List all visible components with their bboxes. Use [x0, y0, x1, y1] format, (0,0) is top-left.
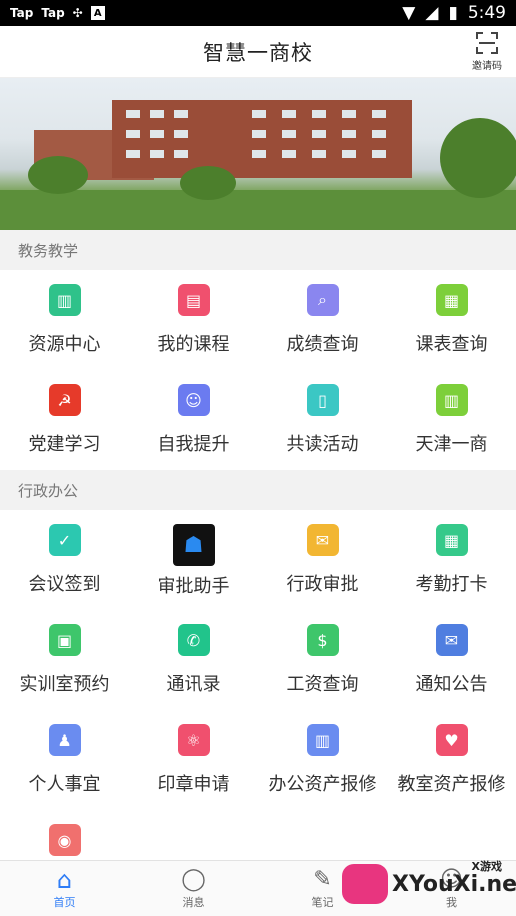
party-icon: ☭ [48, 384, 81, 416]
tile-label: 会议签到 [28, 574, 101, 595]
tile-classroom-repair[interactable]: ♥ 教室资产报修 [387, 710, 516, 810]
tile-resource-center[interactable]: ▥ 资源中心 [0, 270, 129, 370]
invite-code-label: 邀请码 [472, 61, 502, 72]
tile-label: 党建学习 [28, 434, 101, 455]
books-icon: ▥ [48, 284, 81, 316]
note-icon: ✎ [313, 866, 332, 892]
tile-my-courses[interactable]: ▤ 我的课程 [129, 270, 258, 370]
edu-grid: ▥ 资源中心 ▤ 我的课程 ⌕ 成绩查询 ▦ 课表查询 ☭ 党建学习 ☺ 自我提… [0, 270, 516, 470]
tile-label: 审批助手 [157, 576, 230, 597]
tree [440, 118, 516, 198]
repair-icon: ◉ [48, 824, 81, 856]
gamepad-logo-icon [342, 864, 388, 904]
app-a-icon: A [90, 6, 105, 20]
search-doc-icon: ⌕ [306, 284, 339, 316]
bottom-tab-bar: ⌂ 首页 ◯ 消息 ✎ 笔记 ☺ 我 X游戏 XYouXi.net [0, 860, 516, 916]
phonebook-icon: ✆ [177, 624, 210, 656]
tile-contacts[interactable]: ✆ 通讯录 [129, 610, 258, 710]
tile-label: 实训室预约 [19, 674, 110, 695]
book-icon: ▯ [306, 384, 339, 416]
tile-label: 课表查询 [415, 334, 488, 355]
tile-meeting-checkin[interactable]: ✓ 会议签到 [0, 510, 129, 610]
tile-label: 教室资产报修 [397, 774, 506, 795]
status-time: 5:49 [467, 3, 506, 23]
status-app-tap-1: Tap [10, 6, 34, 20]
tile-schedule[interactable]: ▦ 课表查询 [387, 270, 516, 370]
campus-banner[interactable] [0, 78, 516, 230]
tile-label: 共读活动 [286, 434, 359, 455]
battery-icon: ▮ [448, 3, 458, 23]
tile-label: 个人事宜 [28, 774, 101, 795]
users-icon: ☺ [177, 384, 210, 416]
tile-self-improve[interactable]: ☺ 自我提升 [129, 370, 258, 470]
envelope-icon: ✉ [306, 524, 339, 556]
section-edu-title: 教务教学 [0, 230, 516, 270]
signal-icon: ◢ [425, 3, 439, 23]
seal-icon: ⚛ [177, 724, 210, 756]
tile-label: 行政审批 [286, 574, 359, 595]
attendance-icon: ▦ [435, 524, 468, 556]
site-watermark: X游戏 XYouXi.net [342, 858, 516, 910]
tile-label: 办公资产报修 [268, 774, 377, 795]
tile-label: 成绩查询 [286, 334, 359, 355]
tile-approval-assistant[interactable]: ☗ 审批助手 [129, 510, 258, 610]
salary-icon: $ [306, 624, 339, 656]
tile-personal[interactable]: ♟ 个人事宜 [0, 710, 129, 810]
tile-label: 资源中心 [28, 334, 101, 355]
home-icon: ⌂ [56, 865, 73, 894]
message-icon: ◯ [181, 866, 206, 892]
tile-salary[interactable]: $ 工资查询 [258, 610, 387, 710]
tile-label: 通知公告 [415, 674, 488, 695]
tile-label: 通讯录 [166, 674, 221, 695]
person-icon: ♟ [48, 724, 81, 756]
tab-messages[interactable]: ◯ 消息 [129, 861, 258, 916]
tree [28, 156, 88, 194]
app-header: 智慧一商校 邀请码 [0, 26, 516, 78]
tile-office-repair[interactable]: ▥ 办公资产报修 [258, 710, 387, 810]
tile-notice[interactable]: ✉ 通知公告 [387, 610, 516, 710]
classroom-repair-icon: ♥ [435, 724, 468, 756]
scan-icon [476, 32, 498, 54]
tab-label: 笔记 [311, 895, 334, 909]
tab-home[interactable]: ⌂ 首页 [0, 861, 129, 916]
approval-assistant-icon: ☗ [172, 524, 215, 566]
tile-seal[interactable]: ⚛ 印章申请 [129, 710, 258, 810]
calendar-icon: ▤ [177, 284, 210, 316]
tile-label: 考勤打卡 [415, 574, 488, 595]
tile-label: 我的课程 [157, 334, 230, 355]
building-icon: ▥ [435, 384, 468, 416]
tree [180, 166, 236, 200]
tile-label: 天津一商 [415, 434, 488, 455]
notice-icon: ✉ [435, 624, 468, 656]
checkin-icon: ✓ [48, 524, 81, 556]
wifi-icon: ▼ [402, 3, 416, 23]
tile-tianjin[interactable]: ▥ 天津一商 [387, 370, 516, 470]
tab-label: 消息 [182, 895, 205, 909]
page-title: 智慧一商校 [203, 40, 313, 65]
tab-label: 首页 [53, 895, 76, 909]
tile-reading[interactable]: ▯ 共读活动 [258, 370, 387, 470]
watermark-text: XYouXi.net [392, 872, 516, 897]
status-bar: Tap Tap ✣ A ▼ ◢ ▮ 5:49 [0, 0, 516, 26]
status-app-tap-2: Tap [41, 6, 65, 20]
tile-grades[interactable]: ⌕ 成绩查询 [258, 270, 387, 370]
tile-label: 印章申请 [157, 774, 230, 795]
tile-lab-booking[interactable]: ▣ 实训室预约 [0, 610, 129, 710]
tile-label: 工资查询 [286, 674, 359, 695]
sync-icon: ✣ [72, 6, 83, 20]
campus-building-main [112, 100, 412, 178]
admin-grid: ✓ 会议签到 ☗ 审批助手 ✉ 行政审批 ▦ 考勤打卡 ▣ 实训室预约 ✆ 通讯… [0, 510, 516, 910]
tile-label: 自我提升 [157, 434, 230, 455]
lab-icon: ▣ [48, 624, 81, 656]
tile-admin-approval[interactable]: ✉ 行政审批 [258, 510, 387, 610]
campus-lawn [0, 190, 516, 230]
tile-party-study[interactable]: ☭ 党建学习 [0, 370, 129, 470]
tile-attendance[interactable]: ▦ 考勤打卡 [387, 510, 516, 610]
invite-code-button[interactable]: 邀请码 [470, 32, 504, 72]
section-admin-title: 行政办公 [0, 470, 516, 510]
schedule-icon: ▦ [435, 284, 468, 316]
assets-icon: ▥ [306, 724, 339, 756]
